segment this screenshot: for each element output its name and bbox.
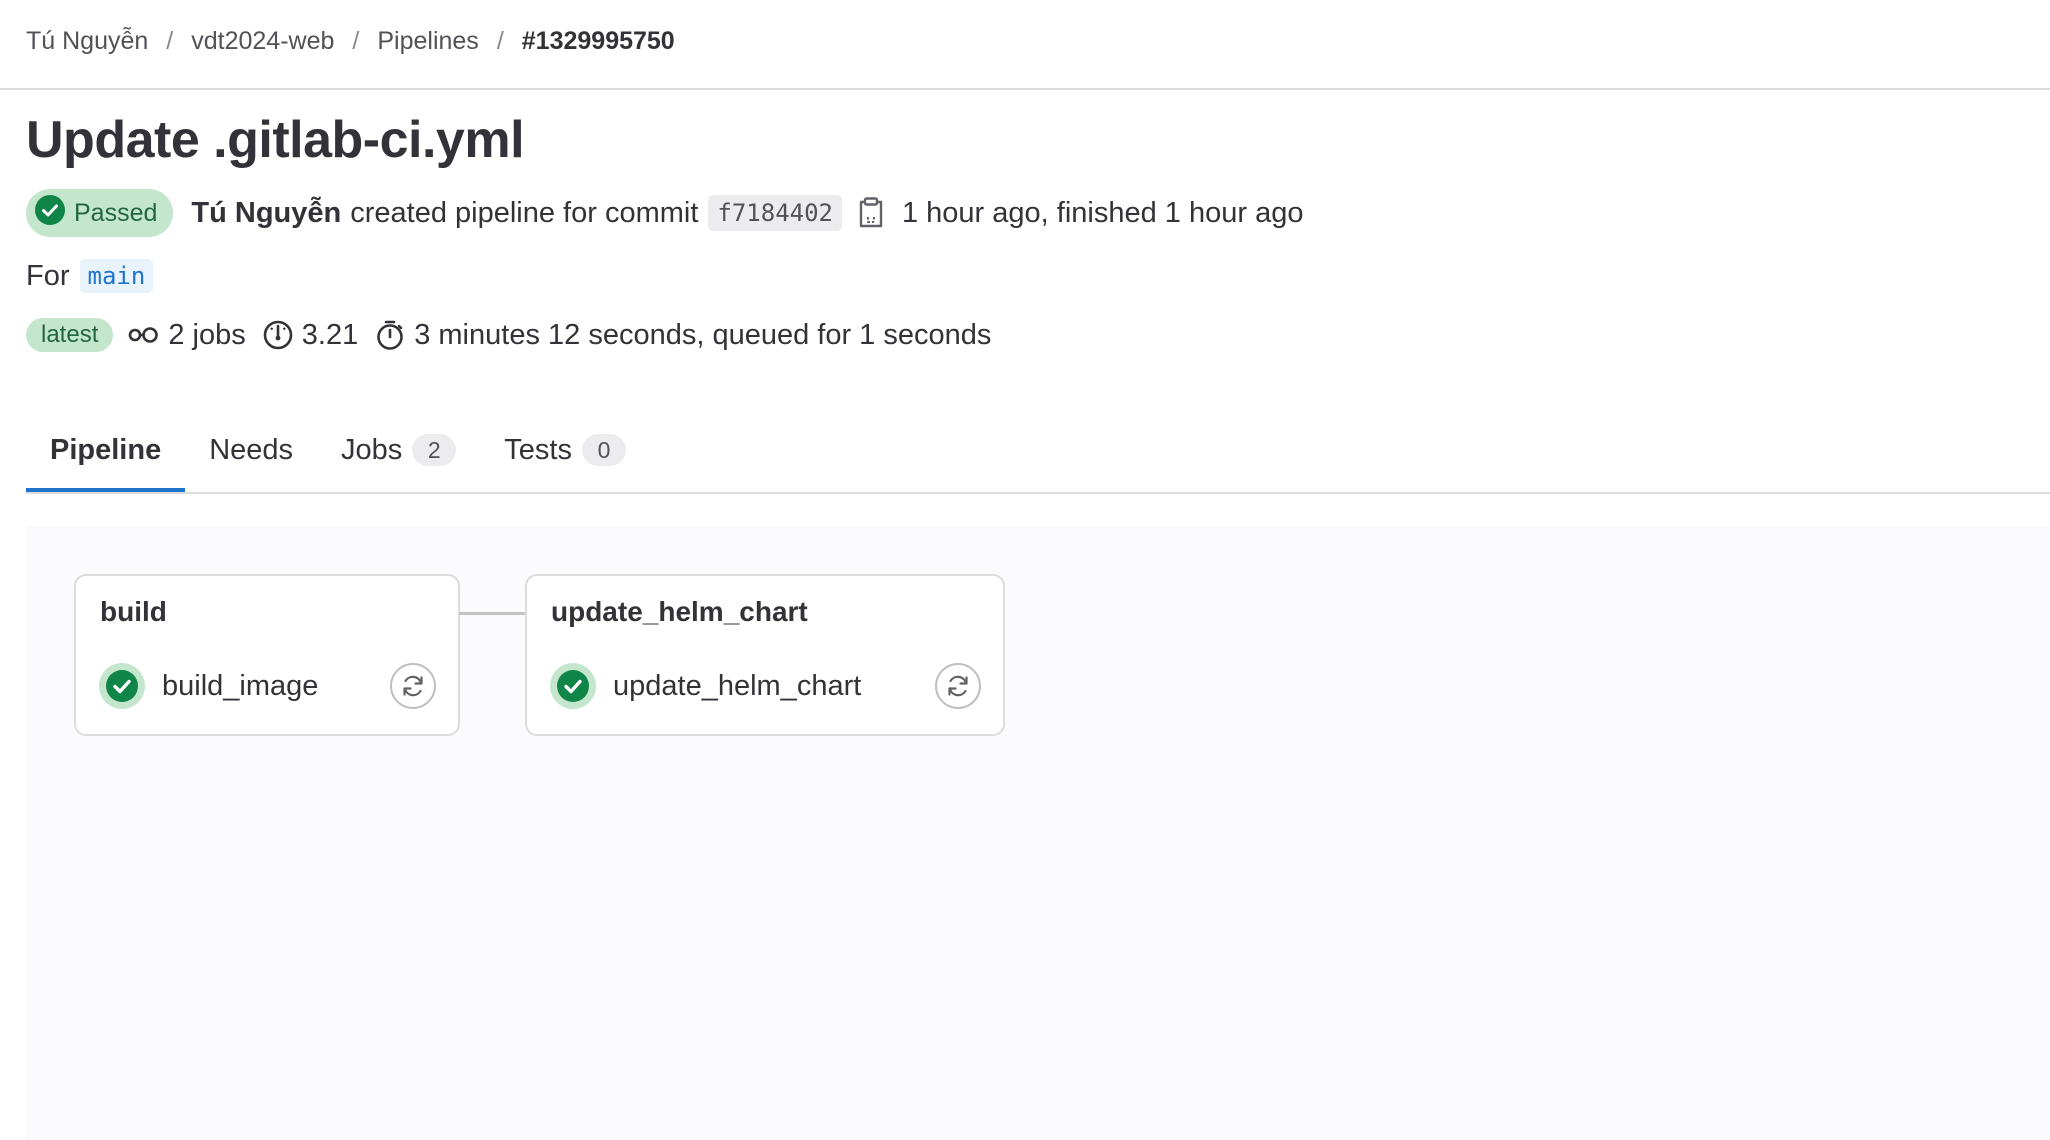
commit-sha[interactable]: f7184402 xyxy=(708,195,842,231)
retry-button[interactable] xyxy=(935,663,981,709)
latest-badge: latest xyxy=(26,318,114,352)
breadcrumb-separator: / xyxy=(352,26,360,55)
tab-count-badge: 2 xyxy=(412,434,457,466)
compute-usage: 3.21 xyxy=(262,319,358,352)
duration-text: 3 minutes 12 seconds, queued for 1 secon… xyxy=(414,318,992,351)
breadcrumb-pipelines[interactable]: Pipelines xyxy=(377,27,478,56)
created-text: created pipeline for commit xyxy=(350,196,699,229)
pipeline-time: 1 hour ago, finished 1 hour ago xyxy=(901,196,1304,229)
status-success-icon xyxy=(549,662,597,710)
job-item[interactable]: build_image xyxy=(98,660,436,712)
pipeline-icon xyxy=(128,323,160,347)
tab-tests[interactable]: Tests 0 xyxy=(480,410,650,490)
retry-button[interactable] xyxy=(390,663,436,709)
breadcrumb-separator: / xyxy=(496,26,504,55)
status-label: Passed xyxy=(74,198,158,227)
timer-icon xyxy=(374,319,406,351)
pipeline-graph: build build_image update_helm_chart upda… xyxy=(26,526,2050,1140)
status-badge[interactable]: Passed xyxy=(26,189,174,237)
stage-name: update_helm_chart xyxy=(551,596,808,627)
jobs-count-text: 2 jobs xyxy=(168,318,246,351)
job-name[interactable]: update_helm_chart xyxy=(613,670,935,703)
breadcrumb-user[interactable]: Tú Nguyễn xyxy=(26,27,148,56)
stage-column-update-helm-chart: update_helm_chart update_helm_chart xyxy=(525,574,1005,736)
check-circle-icon xyxy=(34,194,66,233)
tab-label: Tests xyxy=(504,433,572,466)
retry-icon xyxy=(403,675,423,697)
tab-jobs[interactable]: Jobs 2 xyxy=(317,410,480,490)
compute-usage-text: 3.21 xyxy=(301,318,359,351)
ref-row: For main xyxy=(26,254,154,298)
job-name[interactable]: build_image xyxy=(162,670,390,703)
stage-name: build xyxy=(100,596,167,627)
header-divider xyxy=(0,88,2050,90)
status-success-icon xyxy=(98,662,146,710)
breadcrumb-separator: / xyxy=(166,26,174,55)
breadcrumb-pipeline-id[interactable]: #1329995750 xyxy=(522,27,675,56)
breadcrumb-project[interactable]: vdt2024-web xyxy=(191,27,334,56)
tab-needs[interactable]: Needs xyxy=(185,410,317,490)
tab-label: Jobs xyxy=(341,433,403,466)
tab-pipeline[interactable]: Pipeline xyxy=(26,410,186,492)
stage-connector xyxy=(459,612,525,615)
branch-link[interactable]: main xyxy=(79,259,154,293)
ref-label: For xyxy=(26,259,70,292)
tab-label: Pipeline xyxy=(50,433,162,466)
duration: 3 minutes 12 seconds, queued for 1 secon… xyxy=(374,319,991,352)
tab-label: Needs xyxy=(209,433,294,466)
retry-icon xyxy=(948,675,968,697)
page-title: Update .gitlab-ci.yml xyxy=(26,111,525,169)
job-item[interactable]: update_helm_chart xyxy=(549,660,981,712)
stage-column-build: build build_image xyxy=(74,574,460,736)
breadcrumb: Tú Nguyễn / vdt2024-web / Pipelines / #1… xyxy=(26,20,675,62)
copy-icon[interactable] xyxy=(858,197,884,229)
pipeline-status-row: Passed Tú Nguyễn created pipeline for co… xyxy=(26,189,1303,237)
tab-count-badge: 0 xyxy=(581,434,626,466)
pipeline-tabs: Pipeline Needs Jobs 2 Tests 0 xyxy=(26,410,2050,494)
pipeline-meta-row: latest 2 jobs 3.21 3 minutes 12 seconds,… xyxy=(26,313,1007,357)
jobs-count: 2 jobs xyxy=(128,318,246,352)
author-name[interactable]: Tú Nguyễn xyxy=(191,197,341,230)
dashboard-icon xyxy=(262,319,294,351)
